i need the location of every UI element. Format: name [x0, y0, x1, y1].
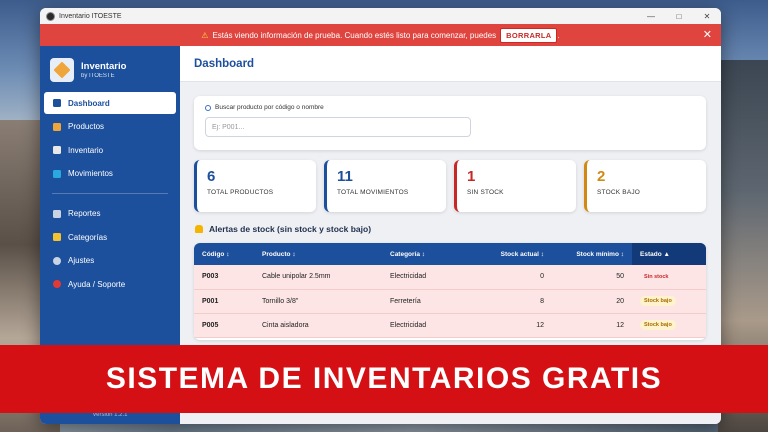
test-data-banner: ⚠ Estás viendo información de prueba. Cu…: [40, 24, 721, 46]
transfer-icon: [53, 169, 61, 178]
alerts-table: Código ↕ Producto ↕ Categoría ↕ Stock ac…: [194, 243, 706, 338]
sidebar-item-label: Productos: [68, 122, 105, 131]
brand-name: Inventario: [81, 61, 127, 72]
column-header-estado[interactable]: Estado ▲: [632, 243, 706, 265]
window-title: Inventario ITOESTE: [59, 12, 122, 20]
box-icon: [53, 122, 61, 131]
stat-label: TOTAL MOVIMIENTOS: [337, 189, 409, 196]
close-window-icon[interactable]: ✕: [693, 8, 721, 24]
alerts-title: Alertas de stock (sin stock y stock bajo…: [195, 224, 371, 234]
cell-stock-minimo: 50: [616, 273, 624, 281]
nav-divider: [52, 192, 168, 194]
status-badge: Sin stock: [640, 271, 673, 282]
cell-codigo: P001: [202, 297, 219, 305]
stat-value: 2: [597, 168, 606, 185]
sidebar-item-label: Dashboard: [68, 98, 110, 108]
cell-stock-minimo: 12: [616, 321, 624, 329]
help-icon: [53, 280, 61, 288]
cell-producto: Cinta aisladora: [262, 321, 309, 329]
alerts-table-card: Código ↕ Producto ↕ Categoría ↕ Stock ac…: [194, 243, 706, 340]
stats-row: 6 TOTAL PRODUCTOS 11 TOTAL MOVIMIENTOS 1…: [194, 160, 706, 212]
stat-label: TOTAL PRODUCTOS: [207, 189, 274, 196]
sidebar-item-movimientos[interactable]: Movimientos: [44, 163, 176, 185]
brand-sub: by ITOESTE: [81, 73, 115, 79]
alerts-title-text: Alertas de stock (sin stock y stock bajo…: [209, 224, 372, 234]
sidebar-item-reportes[interactable]: Reportes: [44, 203, 176, 225]
stat-label: SIN STOCK: [467, 189, 504, 196]
column-header-producto[interactable]: Producto ↕: [254, 243, 382, 265]
box-logo-icon: [50, 58, 74, 82]
bell-icon: [195, 225, 203, 233]
cell-stock-minimo: 20: [616, 297, 624, 305]
sidebar-item-label: Categorías: [68, 232, 108, 242]
promo-text: SISTEMA DE INVENTARIOS GRATIS: [105, 362, 663, 395]
main-header: Dashboard: [180, 46, 721, 82]
cell-producto: Cable unipolar 2.5mm: [262, 273, 331, 281]
warning-icon: ⚠: [201, 30, 209, 40]
table-header-row: Código ↕ Producto ↕ Categoría ↕ Stock ac…: [194, 243, 706, 265]
status-badge: Stock bajo: [640, 320, 676, 330]
cell-producto: Tornillo 3/8": [262, 297, 299, 305]
search-label-text: Buscar producto por código o nombre: [215, 104, 324, 111]
stat-total-productos: 6 TOTAL PRODUCTOS: [194, 160, 316, 212]
table-row[interactable]: P003 Cable unipolar 2.5mm Electricidad 0…: [194, 265, 706, 289]
stat-sin-stock: 1 SIN STOCK: [454, 160, 576, 212]
stat-stock-bajo: 2 STOCK BAJO: [584, 160, 706, 212]
sidebar-item-label: Ayuda / Soporte: [68, 279, 126, 289]
column-header-categoria[interactable]: Categoría ↕: [382, 243, 476, 265]
sidebar-item-productos[interactable]: Productos: [44, 116, 176, 138]
stat-value: 1: [467, 168, 476, 185]
brand: Inventario by ITOESTE: [40, 46, 180, 92]
title-bar: Inventario ITOESTE — □ ✕: [40, 8, 721, 24]
sidebar-item-label: Ajustes: [68, 256, 95, 265]
nav-menu: Dashboard Productos Inventario Movimient…: [40, 92, 180, 295]
app-icon: [46, 11, 55, 21]
table-row[interactable]: P005 Cinta aisladora Electricidad 12 12 …: [194, 313, 706, 337]
chart-icon: [53, 99, 61, 107]
search-label: Buscar producto por código o nombre: [205, 104, 695, 111]
sidebar-item-ajustes[interactable]: Ajustes: [44, 250, 176, 272]
search-card: Buscar producto por código o nombre: [194, 96, 706, 150]
column-header-stock-minimo[interactable]: Stock mínimo ↕: [552, 243, 632, 265]
search-icon: [205, 104, 211, 111]
cell-categoria: Electricidad: [390, 273, 427, 281]
cell-codigo: P005: [202, 321, 219, 329]
sidebar-item-label: Reportes: [68, 209, 101, 218]
column-header-codigo[interactable]: Código ↕: [194, 243, 254, 265]
stat-value: 11: [337, 168, 353, 185]
cell-stock-actual: 8: [540, 297, 544, 305]
sidebar-item-categorias[interactable]: Categorías: [44, 226, 176, 248]
column-header-stock-actual[interactable]: Stock actual ↕: [476, 243, 552, 265]
promo-banner: SISTEMA DE INVENTARIOS GRATIS: [0, 345, 768, 413]
sidebar-item-ayuda[interactable]: Ayuda / Soporte: [44, 273, 176, 295]
status-badge: Stock bajo: [640, 296, 676, 306]
stat-total-movimientos: 11 TOTAL MOVIMIENTOS: [324, 160, 446, 212]
gear-icon: [53, 256, 61, 265]
maximize-icon[interactable]: □: [665, 8, 693, 24]
sidebar-item-label: Movimientos: [68, 169, 113, 178]
cell-stock-actual: 0: [540, 273, 544, 281]
page-title: Dashboard: [194, 57, 255, 70]
stat-value: 6: [207, 168, 216, 185]
cell-categoria: Ferretería: [390, 297, 421, 305]
minimize-icon[interactable]: —: [637, 8, 665, 24]
sidebar-item-dashboard[interactable]: Dashboard: [44, 92, 176, 114]
sidebar-item-inventario[interactable]: Inventario: [44, 139, 176, 161]
banner-message: Estás viendo información de prueba. Cuan…: [212, 30, 497, 40]
cell-categoria: Electricidad: [390, 321, 427, 329]
report-icon: [53, 209, 61, 218]
sidebar-item-label: Inventario: [68, 145, 104, 155]
cell-stock-actual: 12: [536, 321, 544, 329]
tag-icon: [53, 233, 61, 241]
stat-label: STOCK BAJO: [597, 189, 641, 196]
table-row[interactable]: P001 Tornillo 3/8" Ferretería 8 20 Stock…: [194, 289, 706, 313]
clipboard-icon: [53, 146, 61, 154]
search-input[interactable]: [205, 117, 471, 137]
delete-test-data-button[interactable]: BORRARLA: [500, 27, 558, 43]
banner-suffix: .: [557, 30, 560, 40]
cell-codigo: P003: [202, 273, 219, 281]
close-banner-icon[interactable]: ✕: [703, 28, 712, 41]
